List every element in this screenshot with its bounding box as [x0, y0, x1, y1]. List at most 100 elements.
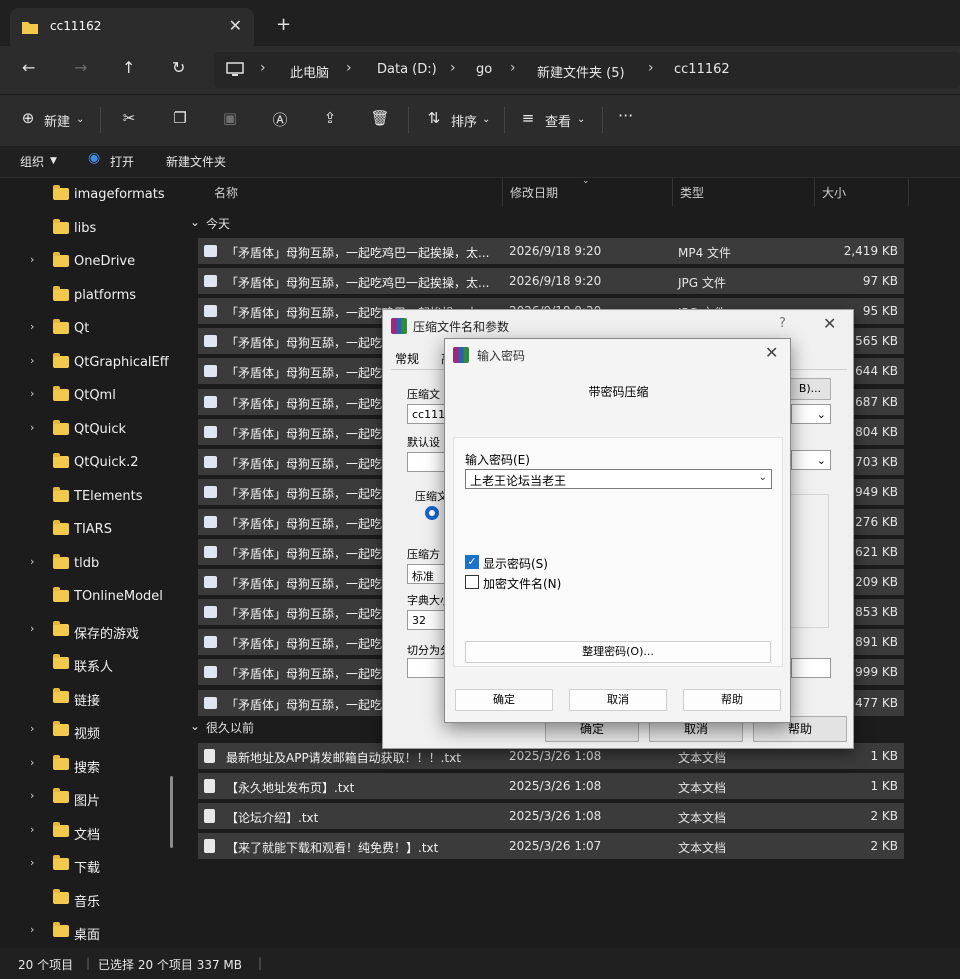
- sidebar-item[interactable]: TOnlineModel: [0, 582, 178, 612]
- sort-icon[interactable]: ⇅: [424, 109, 444, 129]
- address-bar[interactable]: › 此电脑 › Data (D:) › go › 新建文件夹 (5) › cc1…: [214, 52, 960, 88]
- breadcrumb-go[interactable]: go: [476, 62, 492, 77]
- sidebar-item[interactable]: › tldb: [0, 549, 178, 579]
- scrollbar[interactable]: [170, 776, 173, 848]
- dictionary-field[interactable]: 32: [407, 610, 447, 630]
- group-header-today[interactable]: 今天: [206, 215, 230, 232]
- file-row[interactable]: 【来了就能下载和观看！纯免费！】.txt 2025/3/26 1:07 文本文档 2 …: [198, 833, 904, 859]
- chevron-right-icon[interactable]: ›: [30, 253, 34, 266]
- password-field-placeholder[interactable]: [791, 658, 831, 678]
- copy-icon[interactable]: ❐: [170, 109, 190, 129]
- group-header-long-ago[interactable]: 很久以前: [206, 719, 254, 736]
- share-icon[interactable]: ⇪: [320, 109, 340, 129]
- chevron-right-icon[interactable]: ›: [30, 856, 34, 869]
- forward-arrow-icon[interactable]: →: [74, 58, 87, 77]
- sidebar-item[interactable]: TElements: [0, 482, 178, 512]
- paste-icon[interactable]: ▣: [220, 109, 240, 129]
- sort-button[interactable]: 排序: [451, 111, 477, 130]
- format-radio[interactable]: [425, 506, 439, 520]
- encrypt-names-label[interactable]: 加密文件名(N): [483, 575, 561, 592]
- chevron-right-icon[interactable]: ›: [30, 387, 34, 400]
- close-icon[interactable]: ✕: [823, 314, 836, 333]
- file-row[interactable]: 【永久地址发布页】.txt 2025/3/26 1:08 文本文档 1 KB: [198, 773, 904, 799]
- cut-icon[interactable]: ✂: [119, 109, 139, 129]
- tab-cc11162[interactable]: cc11162 ✕: [10, 8, 254, 46]
- new-button[interactable]: 新建: [44, 111, 70, 130]
- update-mode-dropdown[interactable]: ⌄: [791, 450, 831, 470]
- column-header-size[interactable]: 大小: [822, 184, 846, 201]
- sidebar-item[interactable]: 联系人: [0, 649, 178, 679]
- refresh-icon[interactable]: ↻: [172, 58, 185, 77]
- column-header-type[interactable]: 类型: [680, 184, 704, 201]
- new-tab-button[interactable]: +: [276, 14, 291, 35]
- breadcrumb-data[interactable]: Data (D:): [377, 62, 437, 77]
- back-arrow-icon[interactable]: ←: [22, 58, 35, 77]
- column-header-name[interactable]: 名称: [214, 184, 238, 201]
- breadcrumb-current[interactable]: cc11162: [674, 62, 730, 77]
- tab-general[interactable]: 常规: [395, 350, 419, 367]
- profile-field[interactable]: [407, 452, 447, 472]
- sidebar-item[interactable]: › 搜索: [0, 750, 178, 780]
- sidebar-item[interactable]: › 桌面: [0, 917, 178, 947]
- more-options-icon[interactable]: ···: [618, 106, 633, 125]
- browse-button[interactable]: B)...: [789, 378, 831, 400]
- archive-name-field[interactable]: cc1116: [407, 404, 447, 424]
- chevron-right-icon[interactable]: ›: [30, 789, 34, 802]
- delete-icon[interactable]: 🗑: [370, 109, 390, 129]
- file-row[interactable]: 「矛盾体」母狗互舔，一起吃鸡巴一起挨操，太... 2026/9/18 9:20 JP…: [198, 268, 904, 295]
- sidebar-item[interactable]: › 保存的游戏: [0, 616, 178, 646]
- sidebar-item[interactable]: 链接: [0, 683, 178, 713]
- group-collapse-icon[interactable]: ⌄: [190, 719, 200, 733]
- group-collapse-icon[interactable]: ⌄: [190, 215, 200, 229]
- chevron-right-icon[interactable]: ›: [30, 354, 34, 367]
- open-button[interactable]: 打开: [110, 153, 134, 170]
- ok-button[interactable]: 确定: [455, 689, 553, 711]
- help-button[interactable]: 帮助: [683, 689, 781, 711]
- show-password-label[interactable]: 显示密码(S): [483, 555, 548, 572]
- view-button[interactable]: 查看: [545, 111, 571, 130]
- organize-passwords-button[interactable]: 整理密码(O)...: [465, 641, 771, 663]
- sidebar-item[interactable]: › 图片: [0, 783, 178, 813]
- method-field[interactable]: 标准: [407, 564, 447, 584]
- file-row[interactable]: 「矛盾体」母狗互舔，一起吃鸡巴一起挨操，太... 2026/9/18 9:20 MP…: [198, 238, 904, 264]
- chevron-right-icon[interactable]: ›: [30, 756, 34, 769]
- encrypt-names-checkbox[interactable]: [465, 575, 479, 589]
- chevron-right-icon[interactable]: ›: [30, 421, 34, 434]
- sidebar-item[interactable]: › 下载: [0, 850, 178, 880]
- sidebar-item[interactable]: › QtQml: [0, 381, 178, 411]
- plus-circle-icon[interactable]: ⊕: [18, 109, 38, 129]
- split-field[interactable]: [407, 658, 447, 678]
- breadcrumb-root[interactable]: 此电脑: [290, 62, 329, 81]
- chevron-right-icon[interactable]: ›: [30, 823, 34, 836]
- sidebar-item[interactable]: › QtGraphicalEff: [0, 348, 178, 378]
- sidebar-item[interactable]: TIARS: [0, 515, 178, 545]
- sidebar-item[interactable]: › 视频: [0, 716, 178, 746]
- cancel-button[interactable]: 取消: [569, 689, 667, 711]
- new-folder-button[interactable]: 新建文件夹: [166, 153, 226, 170]
- chevron-right-icon[interactable]: ›: [30, 622, 34, 635]
- chevron-right-icon[interactable]: ›: [30, 320, 34, 333]
- sidebar-item[interactable]: 音乐: [0, 884, 178, 914]
- file-row[interactable]: 【论坛介绍】.txt 2025/3/26 1:08 文本文档 2 KB: [198, 803, 904, 829]
- view-icon[interactable]: ≡: [518, 109, 538, 129]
- sidebar-item[interactable]: › QtQuick: [0, 415, 178, 445]
- chevron-right-icon[interactable]: ›: [30, 923, 34, 936]
- sidebar-item[interactable]: platforms: [0, 281, 178, 311]
- sidebar-item[interactable]: › 文档: [0, 817, 178, 847]
- help-icon[interactable]: ?: [779, 316, 786, 331]
- chevron-right-icon[interactable]: ›: [30, 555, 34, 568]
- organize-menu[interactable]: 组织: [20, 153, 44, 170]
- sidebar-item[interactable]: › Qt: [0, 314, 178, 344]
- archive-name-dropdown[interactable]: ⌄: [791, 404, 831, 424]
- close-tab-icon[interactable]: ✕: [229, 16, 242, 35]
- close-icon[interactable]: ✕: [765, 343, 778, 362]
- sidebar-item[interactable]: libs: [0, 214, 178, 244]
- chevron-right-icon[interactable]: ›: [30, 722, 34, 735]
- rename-icon[interactable]: Ⓐ: [270, 109, 290, 129]
- sidebar-item[interactable]: imageformats: [0, 180, 178, 210]
- column-header-date[interactable]: 修改日期: [510, 184, 558, 201]
- chevron-down-icon[interactable]: ⌄: [759, 472, 767, 483]
- sidebar-item[interactable]: QtQuick.2: [0, 448, 178, 478]
- sidebar-item[interactable]: › OneDrive: [0, 247, 178, 277]
- breadcrumb-folder5[interactable]: 新建文件夹 (5): [537, 62, 625, 81]
